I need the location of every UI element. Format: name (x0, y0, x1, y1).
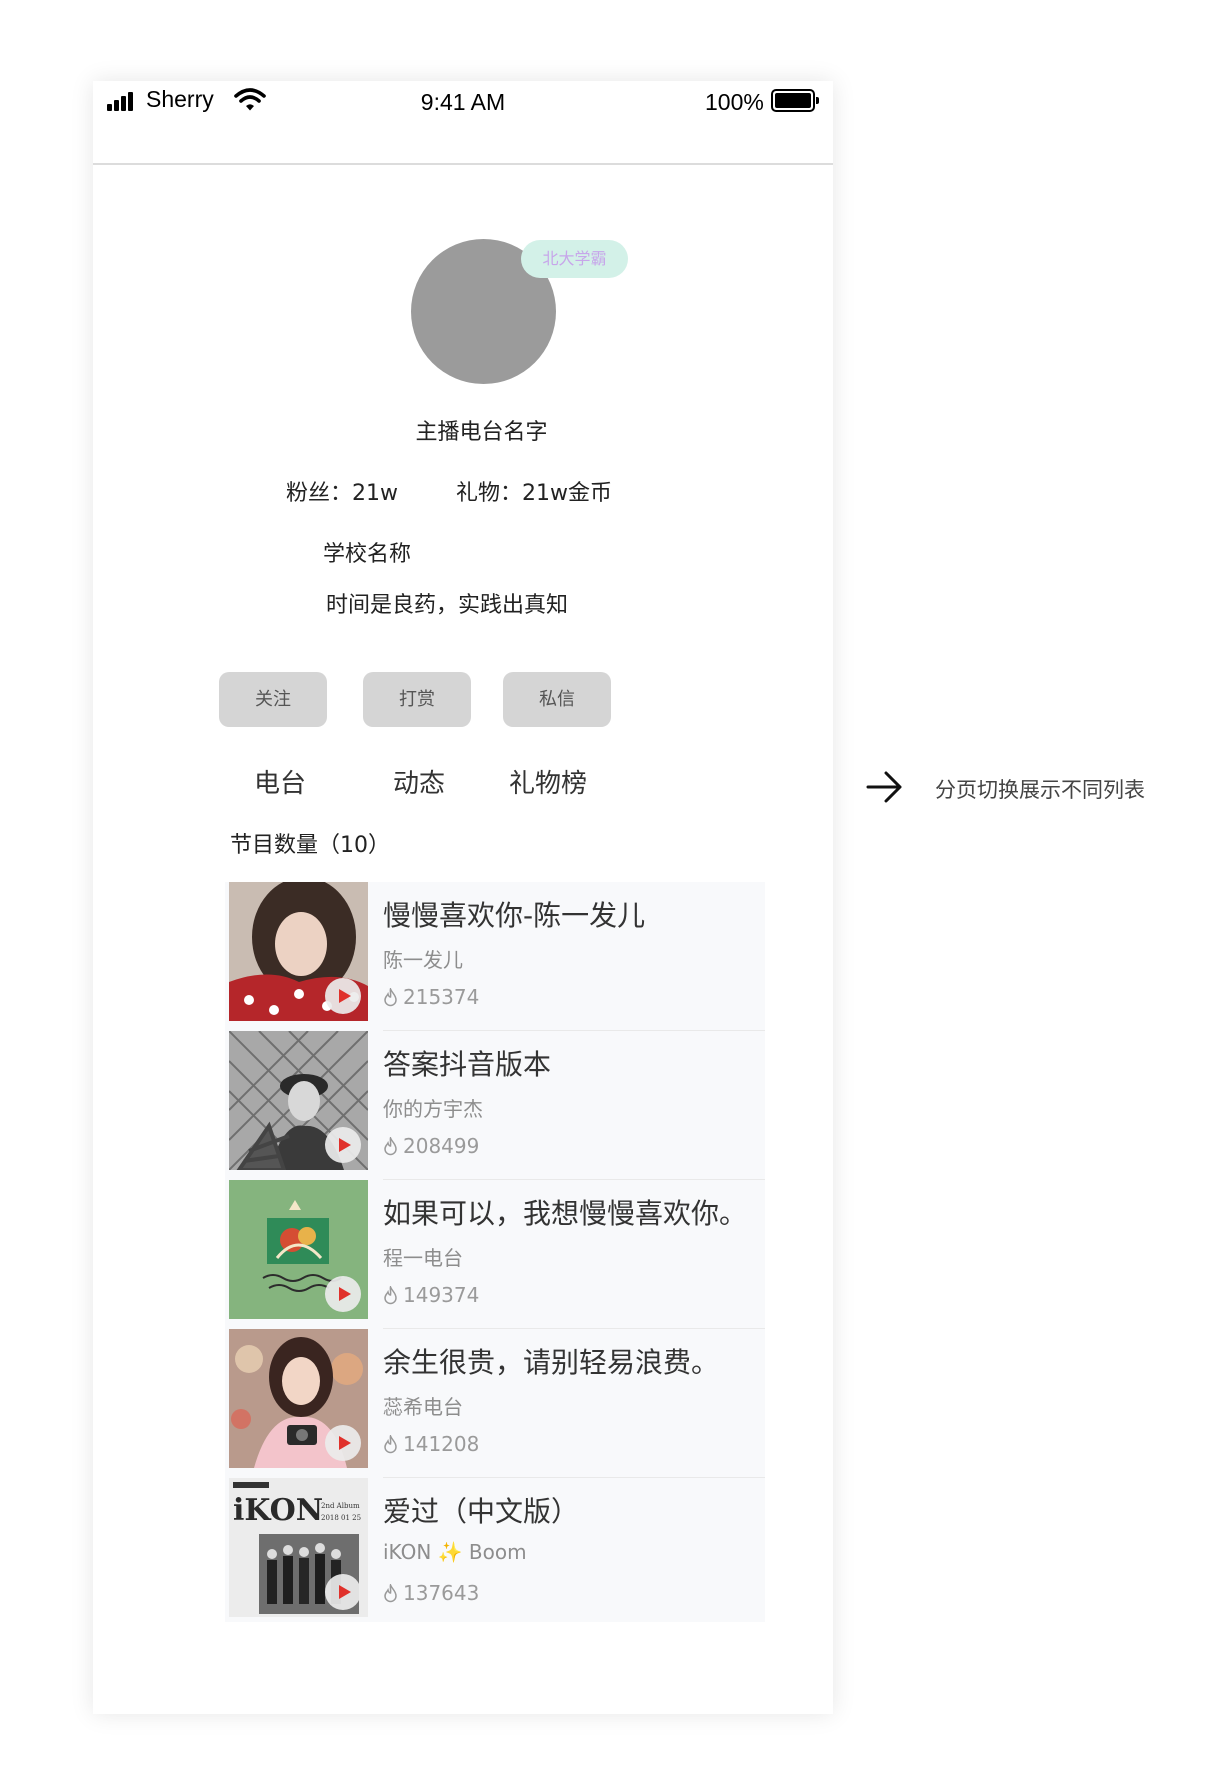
school-name: 学校名称 (323, 542, 412, 567)
play-icon[interactable] (325, 1127, 361, 1163)
program-count: 节目数量（10） (230, 833, 390, 858)
play-icon[interactable] (325, 1574, 361, 1610)
tab-gift-ranking[interactable]: 礼物榜 (509, 763, 587, 800)
program-title: 如果可以，我想慢慢喜欢你。 (383, 1197, 748, 1230)
motto: 时间是良药，实践出真知 (326, 593, 569, 618)
program-list: 慢慢喜欢你-陈一发儿 陈一发儿 215374 答案抖音版本 你的方宇杰 2084… (225, 882, 765, 1622)
reward-button[interactable]: 打赏 (363, 672, 471, 727)
program-title: 余生很贵，请别轻易浪费。 (383, 1346, 720, 1379)
flame-icon (384, 1582, 397, 1603)
play-count-value: 215374 (403, 985, 480, 1009)
fans-count: 粉丝：21w (286, 481, 398, 506)
program-artist: 你的方宇杰 (383, 1097, 483, 1121)
program-artist: 陈一发儿 (383, 948, 463, 972)
program-title: 爱过（中文版） (383, 1495, 580, 1528)
list-item[interactable]: 答案抖音版本 你的方宇杰 208499 (225, 1031, 765, 1180)
battery-percent: 100% (705, 89, 764, 115)
flame-icon (384, 1284, 397, 1305)
play-icon[interactable] (325, 1276, 361, 1312)
play-count: 149374 (383, 1283, 479, 1307)
program-title: 慢慢喜欢你-陈一发儿 (383, 899, 646, 932)
svg-text:2018 01 25: 2018 01 25 (321, 1514, 361, 1522)
play-count: 208499 (383, 1134, 479, 1158)
gifts-count: 礼物：21w金币 (456, 481, 612, 506)
play-count-value: 141208 (403, 1432, 480, 1456)
badge-label: 北大学霸 (521, 240, 628, 278)
program-artist: 程一电台 (383, 1246, 463, 1270)
program-artist: iKON ✨ Boom (383, 1540, 527, 1564)
battery-icon (771, 89, 819, 112)
follow-button[interactable]: 关注 (219, 672, 327, 727)
list-item[interactable]: 如果可以，我想慢慢喜欢你。 程一电台 149374 (225, 1180, 765, 1329)
play-count: 215374 (383, 985, 479, 1009)
anchor-name: 主播电台名字 (415, 420, 548, 445)
cover-image (229, 1329, 368, 1468)
tab-moments[interactable]: 动态 (393, 763, 445, 800)
cover-image (229, 1180, 368, 1319)
play-count-value: 149374 (403, 1283, 480, 1307)
program-title: 答案抖音版本 (383, 1048, 552, 1081)
flame-icon (384, 986, 397, 1007)
play-count-value: 137643 (403, 1581, 480, 1605)
list-item[interactable]: iKON 2nd Album 2018 01 25 爱过（中文版） iKON ✨… (225, 1478, 765, 1627)
svg-text:2nd Album: 2nd Album (321, 1502, 360, 1510)
play-count-value: 208499 (403, 1134, 480, 1158)
play-icon[interactable] (325, 978, 361, 1014)
message-button[interactable]: 私信 (503, 672, 611, 727)
status-bar: Sherry 9:41 AM 100% (93, 81, 833, 163)
play-count: 141208 (383, 1432, 479, 1456)
flame-icon (384, 1433, 397, 1454)
right-arrow-icon (866, 771, 902, 803)
tab-radio[interactable]: 电台 (254, 763, 306, 800)
phone-screen: Sherry 9:41 AM 100% 北大学霸 主播电台名字 粉丝：21w 礼… (93, 81, 833, 1714)
annotation-note: 分页切换展示不同列表 (935, 778, 1145, 802)
program-artist: 蕊希电台 (383, 1395, 463, 1419)
flame-icon (384, 1135, 397, 1156)
cover-image: iKON 2nd Album 2018 01 25 (229, 1478, 368, 1617)
play-icon[interactable] (325, 1425, 361, 1461)
cover-image (229, 882, 368, 1021)
svg-text:iKON: iKON (233, 1493, 323, 1528)
cover-image (229, 1031, 368, 1170)
list-item[interactable]: 余生很贵，请别轻易浪费。 蕊希电台 141208 (225, 1329, 765, 1478)
list-item[interactable]: 慢慢喜欢你-陈一发儿 陈一发儿 215374 (225, 882, 765, 1031)
nav-divider (93, 163, 833, 165)
play-count: 137643 (383, 1581, 479, 1605)
